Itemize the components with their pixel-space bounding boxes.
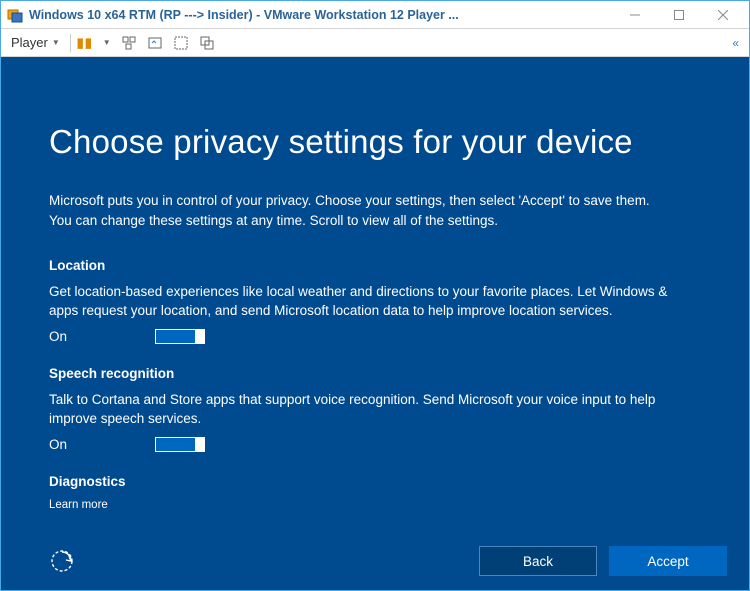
- learn-more-link[interactable]: Learn more: [49, 499, 701, 511]
- section-title-location: Location: [49, 258, 701, 273]
- dropdown-icon: ▼: [52, 38, 60, 47]
- vmware-app-icon: [7, 7, 23, 23]
- window-title: Windows 10 x64 RTM (RP ---> Insider) - V…: [29, 8, 613, 22]
- player-menu[interactable]: Player ▼: [7, 33, 64, 52]
- location-toggle[interactable]: [155, 329, 205, 344]
- page-intro: Microsoft puts you in control of your pr…: [49, 191, 669, 230]
- player-menu-label: Player: [11, 35, 48, 50]
- minimize-button[interactable]: [613, 1, 657, 29]
- unity-icon[interactable]: [199, 35, 215, 51]
- window-controls: [613, 1, 745, 29]
- dropdown-icon[interactable]: ▼: [103, 38, 111, 47]
- send-ctrl-alt-del-icon[interactable]: [121, 35, 137, 51]
- toggle-state-label: On: [49, 437, 67, 452]
- toggle-row-location: On: [49, 329, 701, 344]
- toggle-state-label: On: [49, 329, 67, 344]
- accept-button[interactable]: Accept: [609, 546, 727, 576]
- toggle-row-speech: On: [49, 437, 701, 452]
- footer-bar: Back Accept: [49, 546, 727, 576]
- fullscreen-icon[interactable]: [173, 35, 189, 51]
- section-desc-speech: Talk to Cortana and Store apps that supp…: [49, 391, 669, 429]
- close-button[interactable]: [701, 1, 745, 29]
- section-title-diagnostics: Diagnostics: [49, 474, 701, 489]
- maximize-button[interactable]: [657, 1, 701, 29]
- snapshot-icon[interactable]: [147, 35, 163, 51]
- collapse-toolbar-icon[interactable]: «: [732, 36, 743, 50]
- page-title: Choose privacy settings for your device: [49, 123, 701, 161]
- guest-screen: Choose privacy settings for your device …: [1, 57, 749, 590]
- vmware-titlebar: Windows 10 x64 RTM (RP ---> Insider) - V…: [1, 1, 749, 29]
- back-button[interactable]: Back: [479, 546, 597, 576]
- pause-icon[interactable]: ▮▮: [77, 35, 93, 51]
- toolbar-separator: [70, 34, 71, 52]
- vmware-toolbar: Player ▼ ▮▮ ▼ «: [1, 29, 749, 57]
- section-title-speech: Speech recognition: [49, 366, 701, 381]
- section-desc-location: Get location-based experiences like loca…: [49, 283, 669, 321]
- speech-toggle[interactable]: [155, 437, 205, 452]
- ease-of-access-icon[interactable]: [49, 548, 75, 574]
